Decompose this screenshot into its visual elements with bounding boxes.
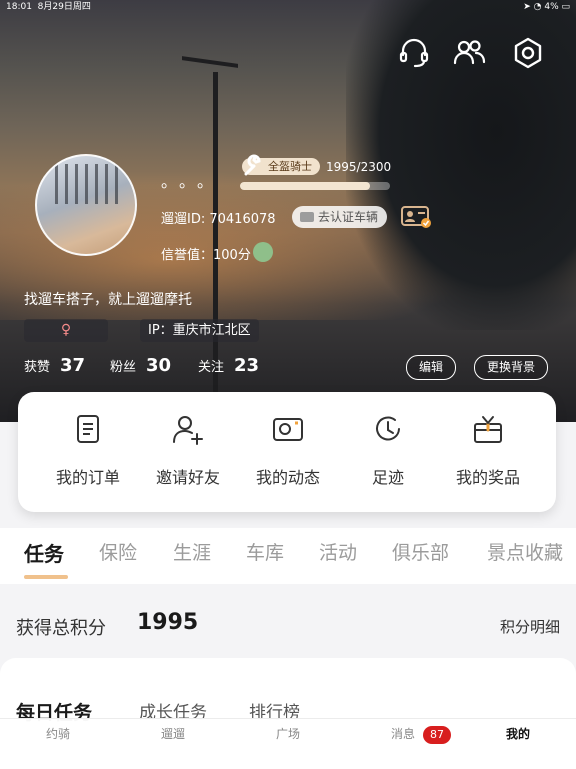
car-icon	[300, 212, 314, 222]
order-icon	[77, 415, 99, 443]
tab-clubs[interactable]: 俱乐部	[392, 538, 449, 565]
quick-menu-card: 我的订单 邀请好友 我的动态 足迹 我的奖品	[18, 392, 556, 512]
user-id: 遛遛ID: 70416078	[161, 212, 276, 227]
level-badge[interactable]: 全盔骑士	[242, 154, 320, 176]
menu-footprint[interactable]: 足迹	[338, 412, 438, 488]
tab-career[interactable]: 生涯	[173, 538, 211, 565]
stat-following-label: 关注	[198, 360, 225, 375]
prize-icon	[474, 416, 502, 443]
credit-info-icon[interactable]	[253, 242, 273, 262]
avatar[interactable]	[35, 154, 137, 256]
id-card-verified-icon[interactable]	[401, 206, 431, 228]
menu-my-moments[interactable]: 我的动态	[238, 412, 338, 488]
messages-badge: 87	[423, 726, 451, 744]
level-progress-bar	[240, 182, 390, 190]
level-progress-fill	[240, 182, 371, 190]
stat-fans-label: 粉丝	[110, 360, 137, 375]
nav-liuliu[interactable]: 遛遛	[123, 725, 223, 742]
credit-score: 信誉值：100分	[161, 248, 251, 263]
stat-following-value: 23	[234, 355, 260, 376]
status-time-date: 18:01 8月29日周四	[6, 2, 91, 12]
points-detail-link[interactable]: 积分明细	[500, 616, 560, 637]
menu-my-prizes-label: 我的奖品	[455, 468, 520, 487]
stat-likes-label: 获赞	[24, 360, 51, 375]
nav-ride[interactable]: 约骑	[8, 725, 108, 742]
stat-following[interactable]: 关注 23	[198, 355, 259, 376]
stat-likes-value: 37	[60, 355, 86, 376]
avatar-photo	[55, 164, 123, 204]
footprint-icon	[376, 416, 400, 441]
tab-tasks[interactable]: 任务	[24, 538, 64, 567]
profile-slogan: 找遛车搭子，就上遛遛摩托	[24, 292, 192, 308]
tab-garage[interactable]: 车库	[246, 538, 284, 565]
content-tabs: 任务 保险 生涯 车库 活动 俱乐部 景点收藏	[0, 528, 576, 584]
nav-mine[interactable]: 我的	[468, 725, 568, 742]
headset-icon[interactable]	[397, 36, 431, 70]
verify-vehicle-button[interactable]: 去认证车辆	[292, 206, 388, 228]
stat-fans[interactable]: 粉丝 30	[110, 355, 171, 376]
status-bar: 18:01 8月29日周四 ➤ ◔ 4% ▭	[0, 0, 576, 14]
tab-activities[interactable]: 活动	[319, 538, 357, 565]
menu-my-orders-label: 我的订单	[55, 468, 120, 487]
street-lamp-head	[182, 56, 238, 82]
menu-invite-friends-label: 邀请好友	[155, 468, 220, 487]
tab-insurance[interactable]: 保险	[99, 538, 137, 565]
edit-profile-button[interactable]: 编辑	[406, 355, 457, 380]
menu-my-orders[interactable]: 我的订单	[38, 412, 138, 488]
bottom-navigation: 约骑 遛遛 广场 消息 我的	[0, 718, 576, 769]
menu-my-prizes[interactable]: 我的奖品	[438, 412, 538, 488]
verify-vehicle-label: 去认证车辆	[318, 210, 379, 224]
moments-icon	[273, 418, 303, 441]
menu-my-moments-label: 我的动态	[255, 468, 320, 487]
ip-location: IP：重庆市江北区	[140, 319, 259, 342]
menu-invite-friends[interactable]: 邀请好友	[138, 412, 238, 488]
settings-icon[interactable]	[511, 36, 545, 70]
status-battery: ➤ ◔ 4% ▭	[523, 2, 570, 12]
total-points-row: 获得总积分 1995 积分明细	[0, 594, 576, 658]
nav-square[interactable]: 广场	[238, 725, 338, 742]
friends-icon[interactable]	[452, 36, 486, 70]
change-background-button[interactable]: 更换背景	[474, 355, 549, 380]
wrench-icon	[244, 154, 261, 176]
menu-footprint-label: 足迹	[371, 468, 404, 487]
total-points-label: 获得总积分	[16, 618, 106, 639]
active-tab-indicator	[24, 575, 68, 579]
total-points-value: 1995	[137, 610, 199, 635]
level-badge-label: 全盔骑士	[268, 160, 312, 173]
stat-likes[interactable]: 获赞 37	[24, 355, 85, 376]
stat-fans-value: 30	[146, 355, 172, 376]
level-score: 1995/2300	[326, 160, 392, 174]
gender-tag: ♀	[24, 319, 108, 342]
tab-scenic-favorites[interactable]: 景点收藏	[487, 538, 563, 565]
street-lamp-pole	[213, 72, 218, 392]
nickname: 。。。	[161, 172, 224, 191]
invite-icon	[173, 416, 203, 445]
